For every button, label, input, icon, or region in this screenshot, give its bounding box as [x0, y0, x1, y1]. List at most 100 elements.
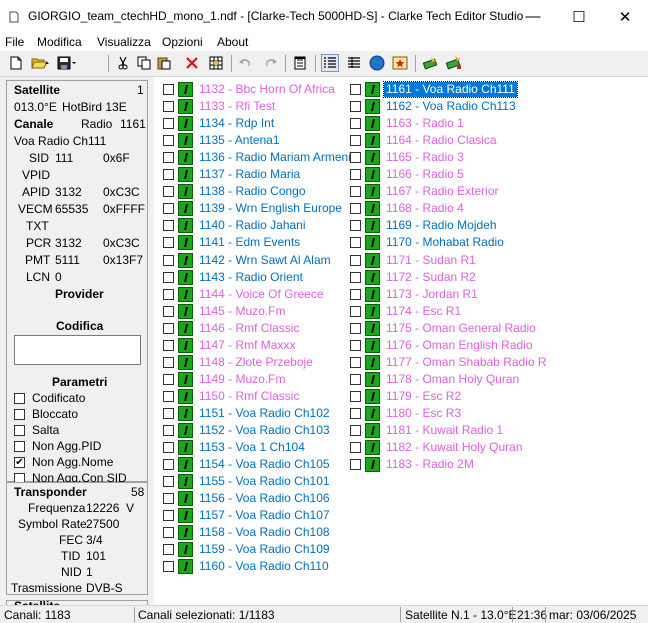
channel-checkbox[interactable]: [350, 373, 361, 385]
salta-checkbox[interactable]: [14, 425, 25, 436]
channel-checkbox[interactable]: [163, 237, 174, 249]
toolbar-separator: [315, 55, 316, 72]
open-icon[interactable]: [29, 54, 53, 72]
satellite-icon[interactable]: [368, 54, 386, 72]
list-view-icon[interactable]: [321, 54, 339, 72]
channel-checkbox[interactable]: [163, 476, 174, 488]
radio-channel-icon: [178, 218, 193, 234]
channel-checkbox[interactable]: [350, 442, 361, 454]
star-icon[interactable]: [391, 54, 409, 72]
channel-label: 1176 - Oman English Radio: [386, 337, 533, 352]
channel-checkbox[interactable]: [163, 356, 174, 368]
radio-channel-icon: [178, 82, 193, 97]
channel-checkbox[interactable]: [350, 135, 361, 147]
receive-icon[interactable]: [445, 54, 463, 72]
channel-checkbox[interactable]: [350, 254, 361, 266]
properties-icon[interactable]: [291, 54, 309, 72]
channel-checkbox[interactable]: [163, 271, 174, 283]
channel-checkbox[interactable]: [350, 390, 361, 402]
frequenza-value: 12226: [86, 501, 120, 515]
new-icon[interactable]: [7, 54, 25, 72]
channel-checkbox[interactable]: [163, 373, 174, 385]
menu-modifica[interactable]: Modifica: [37, 35, 82, 49]
polarization-value: V: [126, 501, 135, 515]
channel-checkbox[interactable]: [350, 101, 361, 113]
delete-icon[interactable]: [183, 54, 201, 72]
copy-icon[interactable]: [135, 54, 153, 72]
cut-icon[interactable]: [114, 54, 132, 72]
channel-list[interactable]: 1132 - Bbc Horn Of Africa 1133 - Rfi Test…: [158, 77, 648, 605]
channel-label: 1133 - Rfi Test: [199, 99, 276, 114]
channel-checkbox[interactable]: [163, 288, 174, 300]
channel-checkbox[interactable]: [350, 425, 361, 436]
channel-checkbox[interactable]: [350, 118, 361, 130]
radio-channel-icon: [365, 150, 380, 166]
codificato-checkbox[interactable]: [14, 393, 25, 404]
channel-checkbox[interactable]: [163, 493, 174, 505]
non-agg-pid-checkbox[interactable]: [14, 441, 25, 452]
detail-view-icon[interactable]: [345, 54, 363, 72]
channel-checkbox[interactable]: [350, 305, 361, 317]
menu-opzioni[interactable]: Opzioni: [162, 35, 203, 49]
channel-label: 1147 - Rmf Maxxx: [199, 337, 296, 352]
channel-checkbox[interactable]: [350, 169, 361, 181]
channel-checkbox[interactable]: [350, 186, 361, 198]
channel-checkbox[interactable]: [350, 459, 361, 471]
redo-icon[interactable]: [262, 54, 280, 72]
grid-icon[interactable]: [207, 54, 225, 72]
channel-checkbox[interactable]: [163, 561, 174, 573]
maximize-button[interactable]: ☐: [556, 0, 602, 33]
channel-checkbox[interactable]: [163, 135, 174, 147]
channel-checkbox[interactable]: [163, 322, 174, 334]
channel-checkbox[interactable]: [350, 339, 361, 351]
channel-checkbox[interactable]: [163, 118, 174, 130]
channel-checkbox[interactable]: [163, 84, 174, 95]
channel-checkbox[interactable]: [350, 288, 361, 300]
channel-label: 1150 - Rmf Classic: [199, 388, 300, 403]
channel-checkbox[interactable]: [163, 544, 174, 556]
channel-checkbox[interactable]: [163, 510, 174, 522]
channel-label: 1173 - Jordan R1: [386, 286, 478, 301]
channel-checkbox[interactable]: [350, 322, 361, 334]
bloccato-checkbox[interactable]: [14, 409, 25, 420]
non-agg-nome-checkbox[interactable]: ✔: [14, 457, 25, 468]
send-icon[interactable]: [422, 54, 440, 72]
channel-checkbox[interactable]: [163, 203, 174, 215]
channel-checkbox[interactable]: [163, 186, 174, 198]
channel-checkbox[interactable]: [350, 237, 361, 249]
channel-checkbox[interactable]: [350, 220, 361, 232]
channel-checkbox[interactable]: [163, 407, 174, 419]
channel-checkbox[interactable]: [163, 101, 174, 113]
channel-checkbox[interactable]: [350, 407, 361, 419]
minimize-button[interactable]: —: [510, 0, 556, 33]
radio-channel-icon: [178, 201, 193, 217]
channel-checkbox[interactable]: [350, 152, 361, 164]
channel-checkbox[interactable]: [350, 203, 361, 215]
channel-checkbox[interactable]: [163, 390, 174, 402]
codifica-field[interactable]: [14, 335, 141, 365]
channel-checkbox[interactable]: [163, 339, 174, 351]
channel-checkbox[interactable]: [350, 356, 361, 368]
paste-icon[interactable]: [155, 54, 173, 72]
channel-checkbox[interactable]: [163, 254, 174, 266]
channel-checkbox[interactable]: [163, 152, 174, 164]
channel-checkbox[interactable]: [163, 459, 174, 471]
channel-label: 1135 - Antena1: [199, 133, 280, 148]
channel-checkbox[interactable]: [350, 271, 361, 283]
channel-label: 1154 - Voa Radio Ch105: [199, 457, 330, 472]
menu-visualizza[interactable]: Visualizza: [97, 35, 151, 49]
undo-icon[interactable]: [236, 54, 254, 72]
channel-checkbox[interactable]: [163, 527, 174, 539]
menu-about[interactable]: About: [217, 35, 248, 49]
close-button[interactable]: ✕: [602, 0, 648, 33]
channel-checkbox[interactable]: [163, 425, 174, 436]
channel-checkbox[interactable]: [163, 442, 174, 454]
channel-label: 1148 - Zlote Przeboje: [199, 354, 313, 369]
channel-checkbox[interactable]: [350, 84, 361, 95]
menu-file[interactable]: File: [5, 35, 24, 49]
canale-label: Canale: [14, 117, 54, 131]
channel-checkbox[interactable]: [163, 220, 174, 232]
save-icon[interactable]: [55, 54, 79, 72]
channel-checkbox[interactable]: [163, 169, 174, 181]
channel-checkbox[interactable]: [163, 305, 174, 317]
